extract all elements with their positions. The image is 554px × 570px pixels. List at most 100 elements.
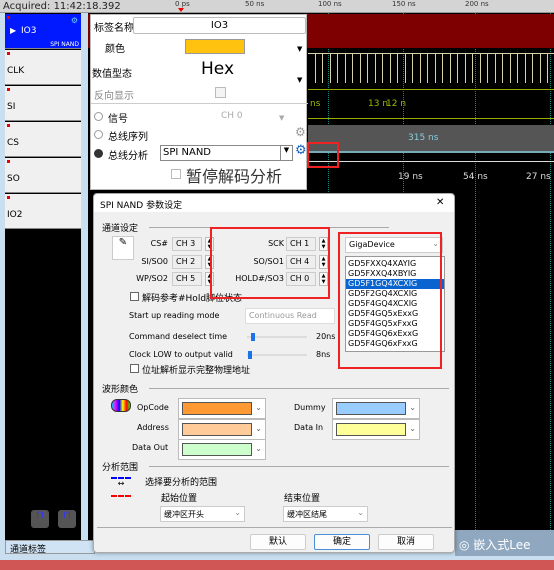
channel-cs[interactable]: CS bbox=[5, 122, 81, 157]
gear-icon[interactable]: ⚙ bbox=[71, 16, 78, 25]
end-label: 结束位置 bbox=[284, 494, 321, 504]
clklow-slider[interactable] bbox=[247, 351, 307, 359]
gear-icon[interactable]: ⚙ bbox=[295, 125, 306, 139]
cancel-button[interactable]: 取消 bbox=[378, 534, 434, 550]
channel-label: SI bbox=[7, 102, 16, 112]
pause-decode-checkbox[interactable] bbox=[171, 169, 181, 179]
address-check-label: 位址解析显示完整物理地址 bbox=[142, 366, 251, 376]
chevron-down-icon[interactable]: ▼ bbox=[297, 76, 302, 84]
channel-so[interactable]: SO bbox=[5, 158, 81, 193]
color-picker[interactable] bbox=[185, 39, 245, 54]
bus-sequence-radio[interactable] bbox=[94, 130, 103, 139]
chevron-down-icon: ⌄ bbox=[255, 424, 262, 433]
device-option[interactable]: GD5FXXQ4XAYIG bbox=[346, 259, 444, 269]
channel-tag-tab[interactable]: 通道标签 bbox=[5, 540, 95, 555]
wp-channel-input[interactable]: CH 5 bbox=[172, 272, 202, 286]
add-channel-icon[interactable]: ⊓ bbox=[31, 510, 49, 528]
color-swatch bbox=[336, 423, 406, 436]
device-option[interactable]: GD5F2GQ4XCXIG bbox=[346, 289, 444, 299]
spinner-icon[interactable]: ▲ ▼ bbox=[319, 237, 328, 251]
data-in-color-select[interactable]: ⌄ bbox=[332, 419, 420, 440]
hold-channel-input[interactable]: CH 0 bbox=[286, 272, 316, 286]
bus-sequence-label: 总线序列 bbox=[108, 132, 148, 143]
delete-channel-icon[interactable]: ⊓ bbox=[58, 510, 76, 528]
data-out-color-select[interactable]: ⌄ bbox=[178, 439, 266, 460]
device-option[interactable]: GD5F4GQ4XCXIG bbox=[346, 299, 444, 309]
gear-icon[interactable]: ⚙ bbox=[295, 143, 307, 158]
chevron-down-icon[interactable]: ▼ bbox=[297, 45, 302, 53]
signal-radio[interactable] bbox=[94, 112, 103, 121]
chevron-down-icon: ⌄ bbox=[432, 239, 439, 248]
startup-label: Start up reading mode bbox=[129, 311, 220, 320]
channel-si[interactable]: SI bbox=[5, 86, 81, 121]
opcode-color-select[interactable]: ⌄ bbox=[178, 398, 266, 419]
pin-label: HOLD#/SO3 bbox=[235, 274, 284, 283]
chevron-down-icon[interactable]: ▼ bbox=[279, 114, 284, 122]
status-dot bbox=[7, 160, 10, 163]
color-swatch bbox=[336, 402, 406, 415]
range-section-label: 分析范围 bbox=[102, 463, 139, 473]
device-list[interactable]: GD5FXXQ4XAYIG GD5FXXQ4XBYIG GD5F1GQ4XCXIG G… bbox=[345, 256, 445, 352]
cs-duration: 315 ns bbox=[408, 133, 439, 143]
start-select[interactable]: 缓冲区开头 ⌄ bbox=[160, 506, 245, 522]
end-select[interactable]: 缓冲区结尾 ⌄ bbox=[283, 506, 368, 522]
spinner-icon[interactable]: ▲ ▼ bbox=[319, 272, 328, 286]
value-type-label: 数值型态 bbox=[92, 69, 132, 80]
address-color-select[interactable]: ⌄ bbox=[178, 419, 266, 440]
bus-analysis-label: 总线分析 bbox=[108, 151, 148, 162]
startup-value: Continuous Read bbox=[249, 311, 317, 320]
slider-thumb[interactable] bbox=[248, 351, 252, 359]
color-section-label: 波形颜色 bbox=[102, 385, 139, 395]
deselect-slider[interactable] bbox=[247, 333, 307, 341]
dummy-label: Dummy bbox=[294, 403, 326, 412]
slider-thumb[interactable] bbox=[251, 333, 255, 341]
invert-checkbox[interactable] bbox=[215, 87, 226, 98]
spinner-icon[interactable]: ▲ ▼ bbox=[205, 272, 214, 286]
channel-label: CLK bbox=[7, 66, 25, 76]
chevron-down-icon[interactable]: ▼ bbox=[280, 146, 292, 160]
close-icon[interactable]: ✕ bbox=[436, 197, 444, 208]
value-type-select[interactable]: Hex bbox=[201, 59, 234, 79]
ok-button[interactable]: 确定 bbox=[314, 534, 370, 550]
color-label: 颜色 bbox=[105, 44, 125, 55]
pause-decode-label: 暂停解码分析 bbox=[186, 167, 283, 186]
signal-channel-select[interactable]: CH 0 bbox=[221, 111, 243, 121]
tick-label: 50 ns bbox=[245, 0, 265, 8]
bus-analysis-select[interactable]: SPI NAND ▼ bbox=[160, 145, 293, 161]
timeline-ruler[interactable]: Acquired: 11:42:18.392 0 ps 50 ns 100 ns… bbox=[0, 0, 554, 13]
device-option[interactable]: GD5F4GQ5xFxxG bbox=[346, 319, 444, 329]
vendor-value: GigaDevice bbox=[349, 240, 395, 249]
channel-clk[interactable]: CLK bbox=[5, 50, 81, 85]
default-button[interactable]: 默认 bbox=[250, 534, 306, 550]
channel-label: IO2 bbox=[7, 210, 23, 220]
bus-analysis-radio[interactable] bbox=[94, 149, 103, 158]
channel-io2[interactable]: IO2 bbox=[5, 194, 81, 229]
opcode-label: OpCode bbox=[137, 403, 169, 412]
vendor-select[interactable]: GigaDevice ⌄ bbox=[345, 237, 443, 253]
channel-io3[interactable]: ▶ IO3 SPI NAND ⚙ bbox=[5, 14, 81, 49]
chevron-down-icon: ⌄ bbox=[409, 424, 416, 433]
range-icon: ↔ bbox=[111, 477, 131, 497]
device-option[interactable]: GD5F4GQ5xExxG bbox=[346, 309, 444, 319]
cs-channel-input[interactable]: CH 3 bbox=[172, 237, 202, 251]
device-option[interactable]: GD5F4GQ6xFxxG bbox=[346, 339, 444, 349]
overview-bar[interactable] bbox=[0, 560, 554, 570]
tag-name-input[interactable]: IO3 bbox=[133, 17, 306, 34]
device-option[interactable]: GD5F4GQ6xExxG bbox=[346, 329, 444, 339]
si-duration: ns bbox=[310, 99, 321, 109]
so-channel-input[interactable]: CH 4 bbox=[286, 255, 316, 269]
si-channel-input[interactable]: CH 2 bbox=[172, 255, 202, 269]
expand-icon[interactable]: ▶ bbox=[10, 26, 16, 35]
spinner-icon[interactable]: ▲ ▼ bbox=[205, 255, 214, 269]
tick-label: 100 ns bbox=[318, 0, 342, 8]
device-option[interactable]: GD5F1GQ4XCXIG bbox=[346, 279, 444, 289]
data-in-label: Data In bbox=[294, 423, 324, 432]
startup-select[interactable]: Continuous Read bbox=[245, 308, 335, 324]
hold-checkbox[interactable] bbox=[130, 292, 139, 301]
spinner-icon[interactable]: ▲ ▼ bbox=[319, 255, 328, 269]
device-option[interactable]: GD5FXXQ4XBYIG bbox=[346, 269, 444, 279]
address-checkbox[interactable] bbox=[130, 364, 139, 373]
spinner-icon[interactable]: ▲ ▼ bbox=[205, 237, 214, 251]
dummy-color-select[interactable]: ⌄ bbox=[332, 398, 420, 419]
sck-channel-input[interactable]: CH 1 bbox=[286, 237, 316, 251]
